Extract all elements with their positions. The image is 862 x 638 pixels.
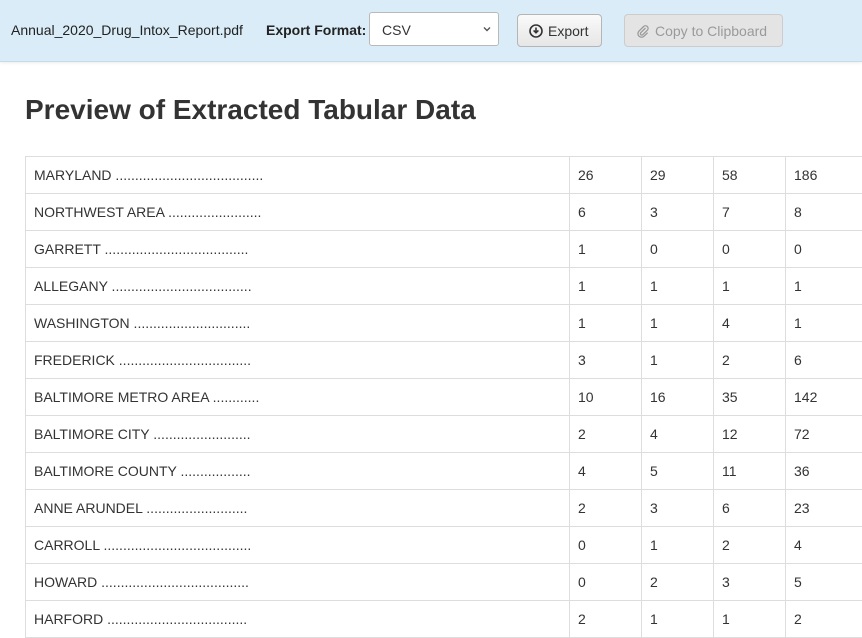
region-cell: BALTIMORE COUNTY .................. [25,452,570,490]
region-cell: BALTIMORE METRO AREA ............ [25,378,570,416]
region-cell: ALLEGANY ...............................… [25,267,570,305]
chevron-down-icon [483,27,491,32]
value-cell: 12 [713,415,786,453]
value-cell: 1 [785,267,862,305]
region-cell: ANNE ARUNDEL .......................... [25,489,570,527]
value-cell: 1 [641,341,714,379]
value-cell: 0 [569,563,642,601]
value-cell: 3 [641,489,714,527]
value-cell: 2 [641,563,714,601]
value-cell: 0 [713,230,786,268]
value-cell: 8 [785,193,862,231]
region-cell: WASHINGTON .............................… [25,304,570,342]
region-cell: NORTHWEST AREA ........................ [25,193,570,231]
value-cell: 142 [785,378,862,416]
table-row: BALTIMORE CITY .........................… [25,415,862,453]
value-cell: 1 [713,267,786,305]
value-cell: 4 [713,304,786,342]
copy-to-clipboard-button[interactable]: Copy to Clipboard [624,14,783,47]
value-cell: 0 [641,230,714,268]
value-cell: 4 [785,526,862,564]
region-cell: FREDERICK ..............................… [25,341,570,379]
value-cell: 0 [785,230,862,268]
region-cell: MARYLAND ...............................… [25,156,570,194]
value-cell: 36 [785,452,862,490]
value-cell: 2 [569,489,642,527]
value-cell: 1 [641,304,714,342]
table-row: HOWARD .................................… [25,563,862,601]
value-cell: 3 [569,341,642,379]
value-cell: 3 [713,563,786,601]
value-cell: 1 [569,267,642,305]
export-toolbar: Annual_2020_Drug_Intox_Report.pdf Export… [0,0,862,62]
extracted-data-table: MARYLAND ...............................… [25,156,862,638]
table-row: WASHINGTON .............................… [25,304,862,342]
value-cell: 16 [641,378,714,416]
value-cell: 58 [713,156,786,194]
table-row: FREDERICK ..............................… [25,341,862,379]
value-cell: 2 [785,600,862,638]
value-cell: 7 [713,193,786,231]
region-cell: CARROLL ................................… [25,526,570,564]
value-cell: 6 [785,341,862,379]
value-cell: 1 [713,600,786,638]
data-table-container: MARYLAND ...............................… [25,156,862,638]
export-format-label: Export Format: [266,22,367,38]
value-cell: 186 [785,156,862,194]
value-cell: 35 [713,378,786,416]
table-row: CARROLL ................................… [25,526,862,564]
download-circle-icon [529,23,543,38]
value-cell: 1 [641,600,714,638]
value-cell: 0 [569,526,642,564]
value-cell: 5 [641,452,714,490]
table-row: GARRETT ................................… [25,230,862,268]
paperclip-icon [637,24,649,38]
value-cell: 1 [569,304,642,342]
value-cell: 1 [641,267,714,305]
value-cell: 29 [641,156,714,194]
value-cell: 11 [713,452,786,490]
value-cell: 2 [713,341,786,379]
table-row: ALLEGANY ...............................… [25,267,862,305]
value-cell: 6 [713,489,786,527]
export-format-value: CSV [382,22,411,38]
region-cell: GARRETT ................................… [25,230,570,268]
value-cell: 2 [713,526,786,564]
region-cell: HARFORD ................................… [25,600,570,638]
value-cell: 23 [785,489,862,527]
table-row: MARYLAND ...............................… [25,156,862,194]
region-cell: BALTIMORE CITY ......................... [25,415,570,453]
export-button[interactable]: Export [517,14,602,47]
value-cell: 2 [569,600,642,638]
table-row: BALTIMORE COUNTY .................. 4 5 11 3… [25,452,862,490]
table-row: NORTHWEST AREA ........................ 6… [25,193,862,231]
value-cell: 5 [785,563,862,601]
value-cell: 1 [569,230,642,268]
table-row: BALTIMORE METRO AREA ............ 10 16 35 1… [25,378,862,416]
value-cell: 2 [569,415,642,453]
value-cell: 10 [569,378,642,416]
value-cell: 6 [569,193,642,231]
value-cell: 1 [641,526,714,564]
value-cell: 3 [641,193,714,231]
region-cell: HOWARD .................................… [25,563,570,601]
value-cell: 72 [785,415,862,453]
export-button-label: Export [548,22,589,39]
page-title: Preview of Extracted Tabular Data [25,94,476,125]
value-cell: 26 [569,156,642,194]
file-name: Annual_2020_Drug_Intox_Report.pdf [11,22,243,38]
export-format-select[interactable]: CSV [369,12,499,46]
table-row: HARFORD ................................… [25,600,862,638]
table-row: ANNE ARUNDEL .......................... 2… [25,489,862,527]
copy-button-label: Copy to Clipboard [655,22,768,39]
value-cell: 4 [569,452,642,490]
value-cell: 1 [785,304,862,342]
value-cell: 4 [641,415,714,453]
